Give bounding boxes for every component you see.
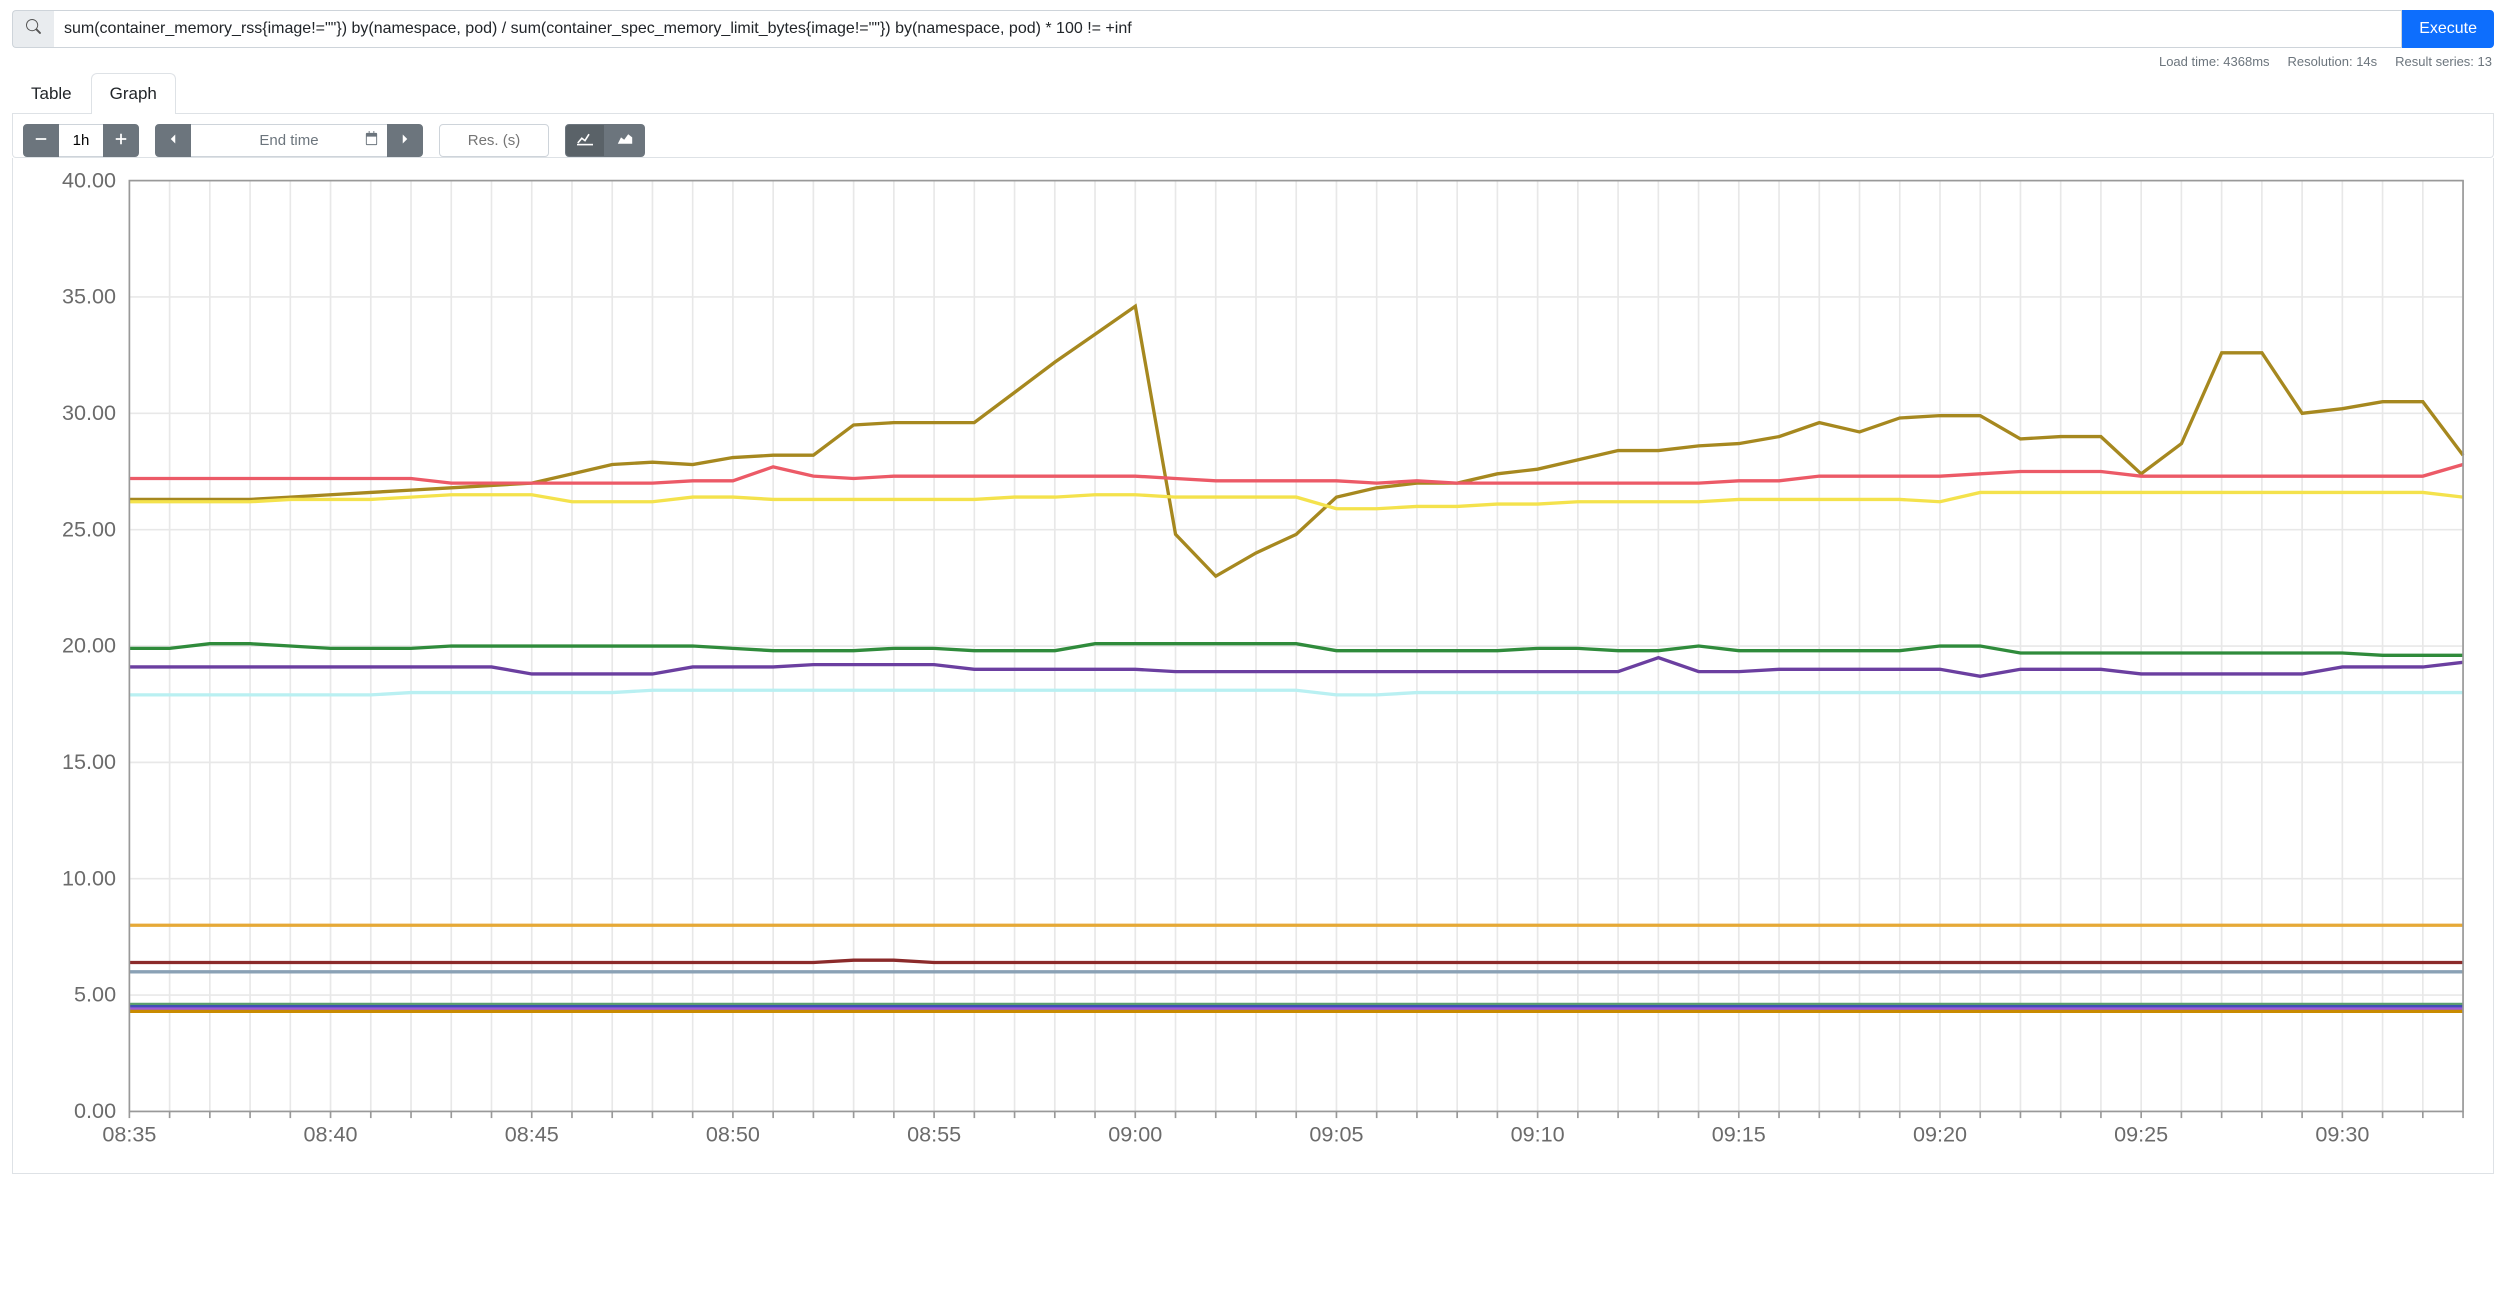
svg-text:20.00: 20.00 bbox=[62, 633, 116, 658]
search-icon bbox=[26, 19, 41, 39]
chart-container: 0.00 5.00 10.00 15.00 20.00 25.00 30.00 35.00 40… bbox=[12, 158, 2494, 1174]
range-group bbox=[23, 124, 139, 157]
svg-text:08:55: 08:55 bbox=[907, 1121, 961, 1146]
result-series-label: Result series: 13 bbox=[2395, 54, 2492, 69]
expression-search-button[interactable] bbox=[12, 10, 54, 48]
end-time-placeholder: End time bbox=[259, 132, 318, 149]
endtime-group: End time bbox=[155, 124, 423, 157]
range-decrease-button[interactable] bbox=[23, 124, 59, 157]
time-forward-button[interactable] bbox=[387, 124, 423, 157]
area-chart-icon bbox=[617, 132, 633, 150]
svg-text:08:35: 08:35 bbox=[102, 1121, 156, 1146]
expression-input[interactable] bbox=[54, 10, 2402, 48]
view-tabs: Table Graph bbox=[12, 73, 2494, 114]
svg-text:35.00: 35.00 bbox=[62, 284, 116, 309]
time-series-chart[interactable]: 0.00 5.00 10.00 15.00 20.00 25.00 30.00 35.00 40… bbox=[23, 164, 2483, 1161]
minus-icon bbox=[34, 132, 48, 150]
svg-text:09:30: 09:30 bbox=[2315, 1121, 2369, 1146]
svg-text:25.00: 25.00 bbox=[62, 516, 116, 541]
time-back-button[interactable] bbox=[155, 124, 191, 157]
svg-text:09:00: 09:00 bbox=[1108, 1121, 1162, 1146]
range-increase-button[interactable] bbox=[103, 124, 139, 157]
expression-bar: Execute bbox=[12, 10, 2494, 48]
svg-text:08:45: 08:45 bbox=[505, 1121, 559, 1146]
graph-controls: End time bbox=[12, 114, 2494, 158]
range-input[interactable] bbox=[59, 124, 103, 157]
plus-icon bbox=[114, 132, 128, 150]
line-chart-icon bbox=[577, 132, 593, 150]
load-time-label: Load time: 4368ms bbox=[2159, 54, 2270, 69]
tab-table[interactable]: Table bbox=[12, 73, 91, 114]
line-chart-button[interactable] bbox=[565, 124, 605, 157]
resolution-label: Resolution: 14s bbox=[2288, 54, 2378, 69]
svg-text:09:15: 09:15 bbox=[1712, 1121, 1766, 1146]
calendar-icon bbox=[364, 131, 379, 150]
svg-text:40.00: 40.00 bbox=[62, 167, 116, 192]
resolution-input[interactable] bbox=[439, 124, 549, 157]
execute-button[interactable]: Execute bbox=[2402, 10, 2494, 48]
svg-text:15.00: 15.00 bbox=[62, 749, 116, 774]
tab-graph[interactable]: Graph bbox=[91, 73, 176, 114]
svg-text:08:50: 08:50 bbox=[706, 1121, 760, 1146]
end-time-input[interactable]: End time bbox=[191, 124, 387, 157]
svg-text:09:10: 09:10 bbox=[1511, 1121, 1565, 1146]
svg-text:09:20: 09:20 bbox=[1913, 1121, 1967, 1146]
svg-text:5.00: 5.00 bbox=[74, 982, 116, 1007]
svg-text:0.00: 0.00 bbox=[74, 1098, 116, 1123]
svg-text:08:40: 08:40 bbox=[304, 1121, 358, 1146]
svg-text:09:05: 09:05 bbox=[1309, 1121, 1363, 1146]
svg-text:10.00: 10.00 bbox=[62, 865, 116, 890]
svg-text:09:25: 09:25 bbox=[2114, 1121, 2168, 1146]
chart-mode-group bbox=[565, 124, 645, 157]
chevron-right-icon bbox=[399, 132, 411, 150]
query-stats: Load time: 4368ms Resolution: 14s Result… bbox=[12, 48, 2494, 69]
stacked-chart-button[interactable] bbox=[605, 124, 645, 157]
svg-text:30.00: 30.00 bbox=[62, 400, 116, 425]
chevron-left-icon bbox=[167, 132, 179, 150]
